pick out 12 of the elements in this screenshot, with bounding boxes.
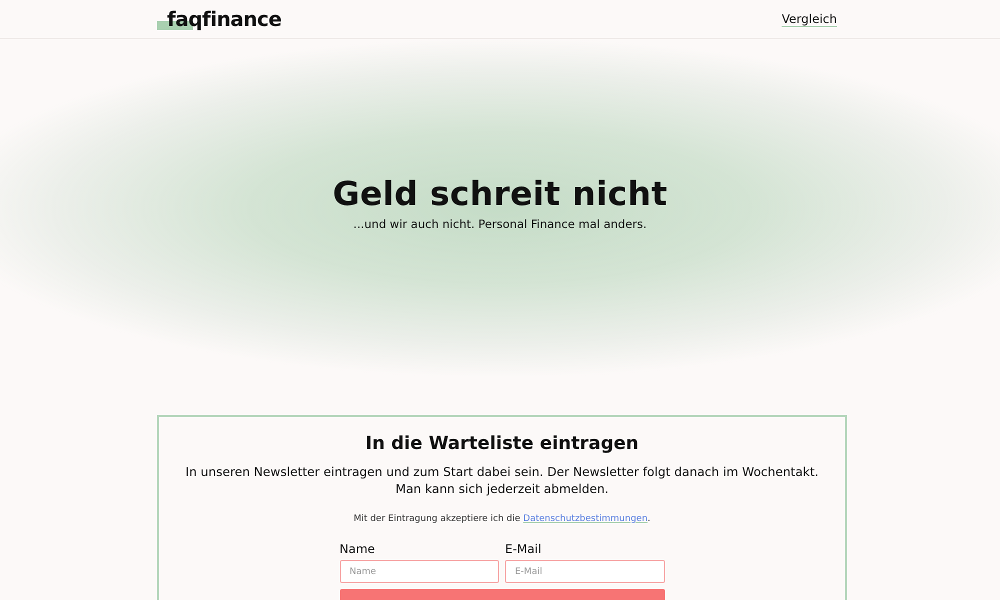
hero-title: Geld schreit nicht <box>332 174 668 213</box>
logo[interactable]: faqfinance <box>157 7 282 31</box>
signup-title: In die Warteliste eintragen <box>364 433 640 454</box>
input-field[interactable]: E-Mail <box>505 560 664 583</box>
nav-link[interactable]: Vergleich <box>782 12 837 26</box>
input-field[interactable]: Name <box>340 560 499 583</box>
hero-subtitle: ...und wir auch nicht. Personal Finance mal anders. <box>353 217 647 231</box>
field-label: E-Mail <box>505 542 542 556</box>
signup-description: In unseren Newsletter eintragen und zum Start dabei sein. Der Newsletter folgt danach im Wochentakt. Man kann sich jederzeit abmelden. <box>184 464 820 498</box>
consent-text: Mit der Eintragung akzeptiere ich die Datenschutzbestimmungen. <box>352 514 652 524</box>
field-label: Name <box>340 542 375 556</box>
privacy-link[interactable]: Datenschutzbestimmungen <box>523 514 648 524</box>
